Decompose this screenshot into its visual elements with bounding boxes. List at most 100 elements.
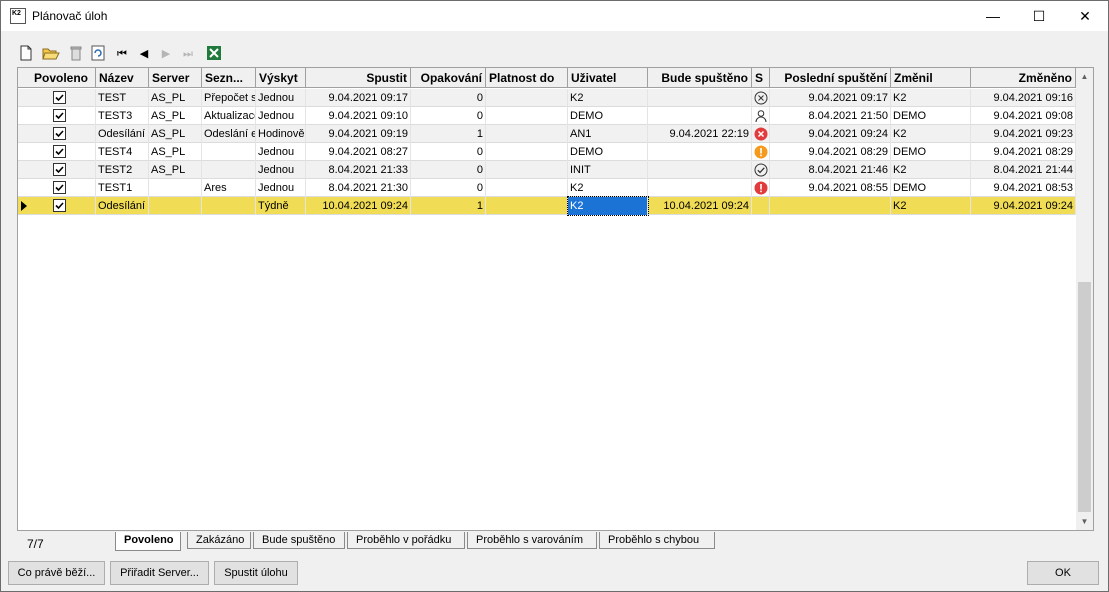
refresh-button[interactable] <box>89 45 107 63</box>
col-uzivatel[interactable]: K2 <box>568 89 648 107</box>
header-platnost[interactable]: Platnost do <box>486 68 568 88</box>
close-button[interactable]: ✕ <box>1062 1 1108 31</box>
tab-probehlo-s-chybou[interactable]: Proběhlo s chybou <box>599 532 715 549</box>
scroll-thumb[interactable] <box>1078 282 1091 512</box>
running-now-button[interactable]: Co právě běží... <box>8 561 105 585</box>
tab-probehlo-v-poradku[interactable]: Proběhlo v pořádku <box>347 532 465 549</box>
col-zmenil[interactable]: K2 <box>891 161 971 179</box>
col-vyskyt[interactable]: Týdně <box>256 197 306 215</box>
col-server[interactable]: AS_PL <box>149 125 202 143</box>
col-platnost[interactable] <box>486 197 568 215</box>
header-zmeneno[interactable]: Změněno <box>971 68 1076 88</box>
col-posledni[interactable]: 8.04.2021 21:50 <box>770 107 891 125</box>
col-platnost[interactable] <box>486 179 568 197</box>
open-button[interactable] <box>42 45 60 63</box>
header-s[interactable]: S <box>752 68 770 88</box>
col-sezn[interactable] <box>202 197 256 215</box>
first-record-button[interactable]: ⏮ <box>113 45 131 63</box>
tab-zakazano[interactable]: Zakázáno <box>187 532 251 549</box>
col-server[interactable] <box>149 197 202 215</box>
header-sezn[interactable]: Sezn... <box>202 68 256 88</box>
col-zmeneno[interactable]: 9.04.2021 09:08 <box>971 107 1076 125</box>
col-vyskyt[interactable]: Hodinově <box>256 125 306 143</box>
col-nazev[interactable]: TEST2 <box>96 161 149 179</box>
scroll-down-arrow[interactable]: ▼ <box>1076 513 1093 530</box>
col-posledni[interactable]: 9.04.2021 08:55 <box>770 179 891 197</box>
enabled-checkbox[interactable] <box>53 181 66 194</box>
new-record-button[interactable] <box>17 45 35 63</box>
enabled-checkbox[interactable] <box>53 199 66 212</box>
tab-bude-spusteno[interactable]: Bude spuštěno <box>253 532 345 549</box>
col-posledni[interactable]: 8.04.2021 21:46 <box>770 161 891 179</box>
col-uzivatel[interactable]: AN1 <box>568 125 648 143</box>
col-opakovani[interactable]: 1 <box>411 125 486 143</box>
col-vyskyt[interactable]: Jednou <box>256 107 306 125</box>
col-uzivatel[interactable]: K2 <box>567 196 649 216</box>
table-row[interactable]: TEST3 AS_PL Aktualizace Jednou 9.04.2021 09:… <box>18 107 1076 125</box>
maximize-button[interactable]: ☐ <box>1016 1 1062 31</box>
col-vyskyt[interactable]: Jednou <box>256 161 306 179</box>
col-sezn[interactable] <box>202 161 256 179</box>
col-sezn[interactable]: Aktualizace <box>202 107 256 125</box>
header-zmenil[interactable]: Změnil <box>891 68 971 88</box>
enabled-checkbox[interactable] <box>53 109 66 122</box>
col-spustit[interactable]: 9.04.2021 09:19 <box>306 125 411 143</box>
header-nazev[interactable]: Název <box>96 68 149 88</box>
col-nazev[interactable]: TEST1 <box>96 179 149 197</box>
col-uzivatel[interactable]: INIT <box>568 161 648 179</box>
col-zmeneno[interactable]: 9.04.2021 09:23 <box>971 125 1076 143</box>
col-server[interactable]: AS_PL <box>149 107 202 125</box>
col-zmenil[interactable]: K2 <box>891 197 971 215</box>
col-zmenil[interactable]: DEMO <box>891 179 971 197</box>
next-record-button[interactable]: ▶ <box>157 45 175 63</box>
tab-probehlo-s-varovanim[interactable]: Proběhlo s varováním <box>467 532 597 549</box>
col-posledni[interactable] <box>770 197 891 215</box>
scroll-up-arrow[interactable]: ▲ <box>1076 68 1093 85</box>
col-platnost[interactable] <box>486 89 568 107</box>
col-vyskyt[interactable]: Jednou <box>256 89 306 107</box>
col-zmeneno[interactable]: 9.04.2021 09:16 <box>971 89 1076 107</box>
col-platnost[interactable] <box>486 143 568 161</box>
col-zmenil[interactable]: DEMO <box>891 107 971 125</box>
col-zmeneno[interactable]: 9.04.2021 08:53 <box>971 179 1076 197</box>
ok-button[interactable]: OK <box>1027 561 1099 585</box>
col-bude[interactable]: 10.04.2021 09:24 <box>648 197 752 215</box>
task-grid[interactable]: Povoleno Název Server Sezn... Výskyt Spustit O… <box>17 67 1094 531</box>
header-vyskyt[interactable]: Výskyt <box>256 68 306 88</box>
tab-povoleno[interactable]: Povoleno <box>115 532 181 551</box>
col-zmeneno[interactable]: 9.04.2021 09:24 <box>971 197 1076 215</box>
header-povoleno[interactable]: Povoleno <box>31 68 96 88</box>
table-row[interactable]: Odesílání s Týdně 10.04.2021 09:24 1 K2 10.04… <box>18 196 1076 216</box>
col-spustit[interactable]: 8.04.2021 21:30 <box>306 179 411 197</box>
enabled-checkbox[interactable] <box>53 145 66 158</box>
col-posledni[interactable]: 9.04.2021 09:24 <box>770 125 891 143</box>
col-vyskyt[interactable]: Jednou <box>256 179 306 197</box>
header-bude[interactable]: Bude spuštěno <box>648 68 752 88</box>
col-uzivatel[interactable]: DEMO <box>568 107 648 125</box>
col-nazev[interactable]: TEST4 <box>96 143 149 161</box>
export-excel-button[interactable] <box>205 45 223 63</box>
table-row[interactable]: TEST4 AS_PL Jednou 9.04.2021 08:27 0 DEMO 9.04… <box>18 143 1076 161</box>
col-platnost[interactable] <box>486 107 568 125</box>
enabled-checkbox[interactable] <box>53 91 66 104</box>
col-posledni[interactable]: 9.04.2021 09:17 <box>770 89 891 107</box>
delete-button[interactable] <box>67 45 85 63</box>
col-uzivatel[interactable]: DEMO <box>568 143 648 161</box>
col-opakovani[interactable]: 0 <box>411 161 486 179</box>
col-sezn[interactable]: Odeslání e <box>202 125 256 143</box>
col-zmenil[interactable]: K2 <box>891 89 971 107</box>
col-zmeneno[interactable]: 9.04.2021 08:29 <box>971 143 1076 161</box>
col-posledni[interactable]: 9.04.2021 08:29 <box>770 143 891 161</box>
col-nazev[interactable]: TEST3 <box>96 107 149 125</box>
col-opakovani[interactable]: 0 <box>411 143 486 161</box>
col-zmenil[interactable]: DEMO <box>891 143 971 161</box>
col-spustit[interactable]: 9.04.2021 09:17 <box>306 89 411 107</box>
run-task-button[interactable]: Spustit úlohu <box>214 561 298 585</box>
header-spustit[interactable]: Spustit <box>306 68 411 88</box>
col-nazev[interactable]: TEST <box>96 89 149 107</box>
col-spustit[interactable]: 8.04.2021 21:33 <box>306 161 411 179</box>
table-row[interactable]: TEST2 AS_PL Jednou 8.04.2021 21:33 0 INIT 8.04… <box>18 161 1076 179</box>
col-opakovani[interactable]: 0 <box>411 89 486 107</box>
minimize-button[interactable]: — <box>970 1 1016 31</box>
col-bude[interactable] <box>648 107 752 125</box>
